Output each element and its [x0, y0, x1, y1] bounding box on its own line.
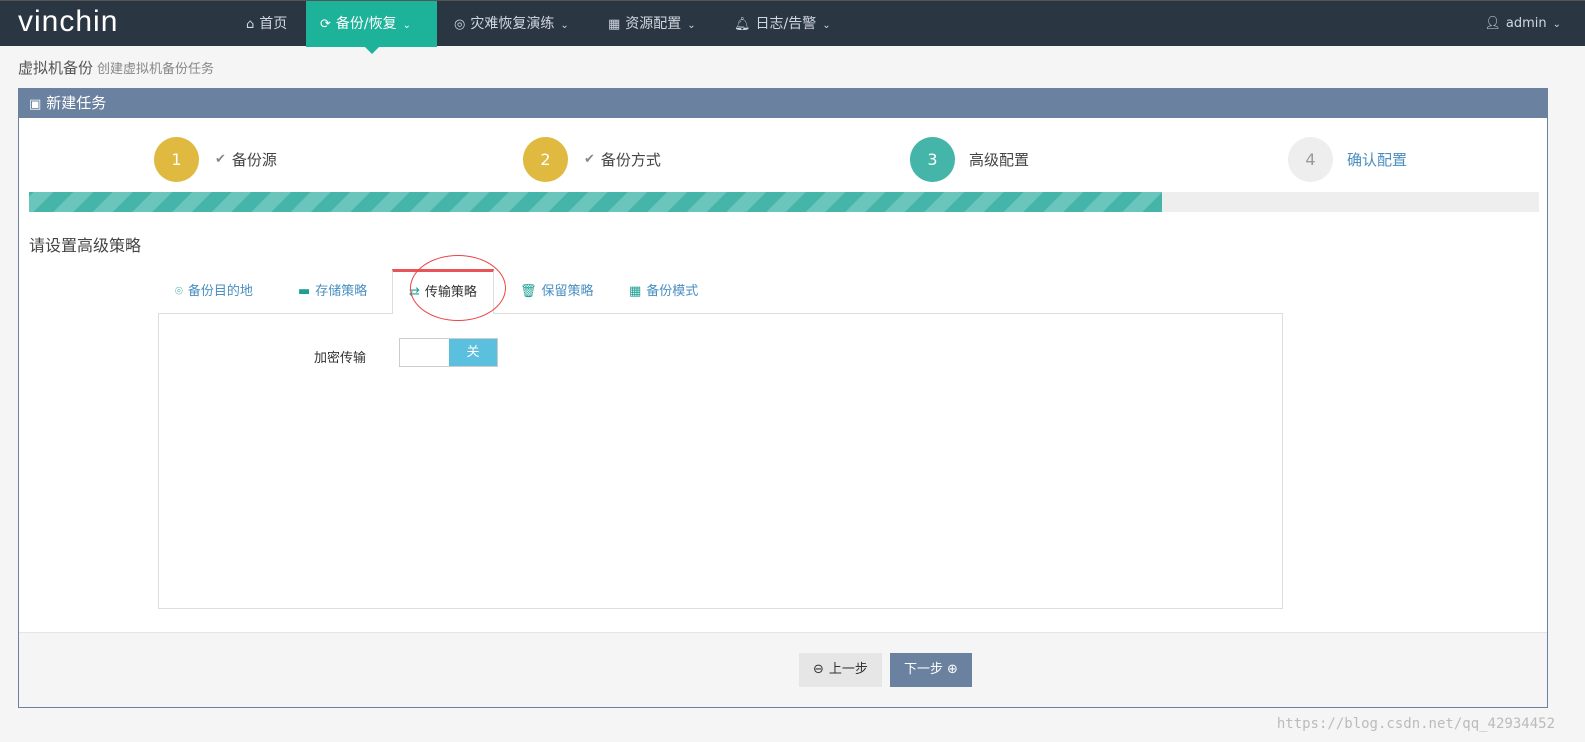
hdd-icon: ▬: [298, 284, 311, 299]
tab-label: 备份模式: [646, 284, 699, 299]
progress-fill: [29, 192, 1162, 212]
step-4: 4 确认配置: [1288, 137, 1407, 182]
panel-footer: ⊖ 上一步 下一步 ⊕: [19, 632, 1547, 707]
webcam-icon: ◎: [454, 17, 466, 32]
next-label: 下一步: [904, 662, 944, 677]
chevron-down-icon: ⌄: [560, 20, 569, 31]
toggle-state: 关: [449, 339, 497, 366]
arrow-circle-right-icon: ⊕: [947, 662, 958, 677]
logo: vinchin: [18, 5, 119, 38]
grid-icon: ▦: [629, 284, 642, 299]
step-label: 高级配置: [969, 151, 1030, 169]
progress-bar: [29, 192, 1539, 212]
page-title: 虚拟机备份: [18, 59, 94, 77]
tab-backup-mode[interactable]: ▦ 备份模式: [613, 271, 714, 313]
panel-header: ▣ 新建任务: [19, 89, 1547, 118]
chevron-down-icon: ⌄: [822, 20, 831, 31]
arrow-circle-left-icon: ⊖: [813, 662, 824, 677]
step-number: 4: [1288, 137, 1333, 182]
step-1: 1 ✔ 备份源: [154, 137, 277, 182]
trash-icon: 🗑︎: [520, 284, 537, 299]
gift-icon: ▣: [29, 97, 42, 112]
step-number: 3: [910, 137, 955, 182]
check-icon: ✔: [215, 152, 226, 167]
chevron-down-icon: ⌄: [687, 20, 696, 31]
grid-icon: ▦: [608, 17, 621, 32]
step-label: 确认配置: [1347, 151, 1408, 169]
tab-storage[interactable]: ▬ 存储策略: [282, 271, 383, 313]
watermark: https://blog.csdn.net/qq_42934452: [1276, 716, 1555, 732]
map-marker-icon: ⌾: [175, 284, 183, 299]
annotation-circle: [410, 255, 506, 321]
section-title: 请设置高级策略: [29, 236, 142, 255]
step-number: 1: [154, 137, 199, 182]
nav-label: 资源配置: [625, 16, 682, 32]
user-menu[interactable]: 👤︎ admin ⌄: [1484, 1, 1561, 48]
nav-label: 备份/恢复: [335, 16, 397, 32]
next-button[interactable]: 下一步 ⊕: [890, 653, 972, 687]
nav-resources[interactable]: ▦ 资源配置 ⌄: [594, 1, 710, 47]
page-subtitle: 创建虚拟机备份任务: [97, 62, 215, 77]
encrypt-toggle[interactable]: 关: [399, 338, 498, 367]
tab-retention[interactable]: 🗑︎ 保留策略: [504, 271, 610, 313]
tab-label: 备份目的地: [187, 284, 253, 299]
nav-label: 首页: [259, 16, 288, 32]
chevron-down-icon: ⌄: [402, 20, 412, 31]
check-icon: ✔: [584, 152, 595, 167]
tab-label: 存储策略: [315, 284, 368, 299]
user-icon: 👤︎: [1484, 16, 1501, 31]
panel-title: 新建任务: [46, 94, 107, 112]
home-icon: ⌂: [246, 17, 255, 32]
nav-label: 灾难恢复演练: [470, 16, 555, 32]
nav-home[interactable]: ⌂ 首页: [232, 1, 301, 47]
nav-logs[interactable]: 🔔︎ 日志/告警 ⌄: [720, 1, 845, 47]
step-2: 2 ✔ 备份方式: [523, 137, 661, 182]
refresh-icon: ⟳: [320, 17, 331, 32]
step-number: 2: [523, 137, 568, 182]
step-label: 备份源: [231, 151, 277, 169]
bell-icon: 🔔︎: [734, 17, 751, 32]
tab-destination[interactable]: ⌾ 备份目的地: [159, 271, 269, 313]
step-3: 3 高级配置: [910, 137, 1029, 182]
chevron-down-icon: ⌄: [1552, 19, 1561, 30]
step-label: 备份方式: [600, 151, 661, 169]
new-task-panel: ▣ 新建任务 1 ✔ 备份源 2 ✔ 备份方式 3 高级配置 4 确认配置 请设置高级策略 ⌾…: [18, 88, 1548, 708]
top-nav: vinchin ⌂ 首页 ⟳ 备份/恢复 ⌄ ◎ 灾难恢复演练 ⌄ ▦ 资源配置 ⌄ 🔔︎ 日志…: [0, 0, 1585, 54]
nav-label: 日志/告警: [755, 16, 817, 32]
nav-dr-drill[interactable]: ◎ 灾难恢复演练 ⌄: [440, 1, 583, 47]
prev-button[interactable]: ⊖ 上一步: [799, 653, 882, 687]
encrypt-label: 加密传输: [314, 351, 367, 366]
tab-label: 保留策略: [541, 284, 594, 299]
username: admin: [1505, 16, 1547, 31]
prev-label: 上一步: [828, 662, 868, 677]
nav-backup-restore[interactable]: ⟳ 备份/恢复 ⌄: [306, 1, 437, 54]
breadcrumb: 虚拟机备份 创建虚拟机备份任务: [18, 57, 214, 78]
